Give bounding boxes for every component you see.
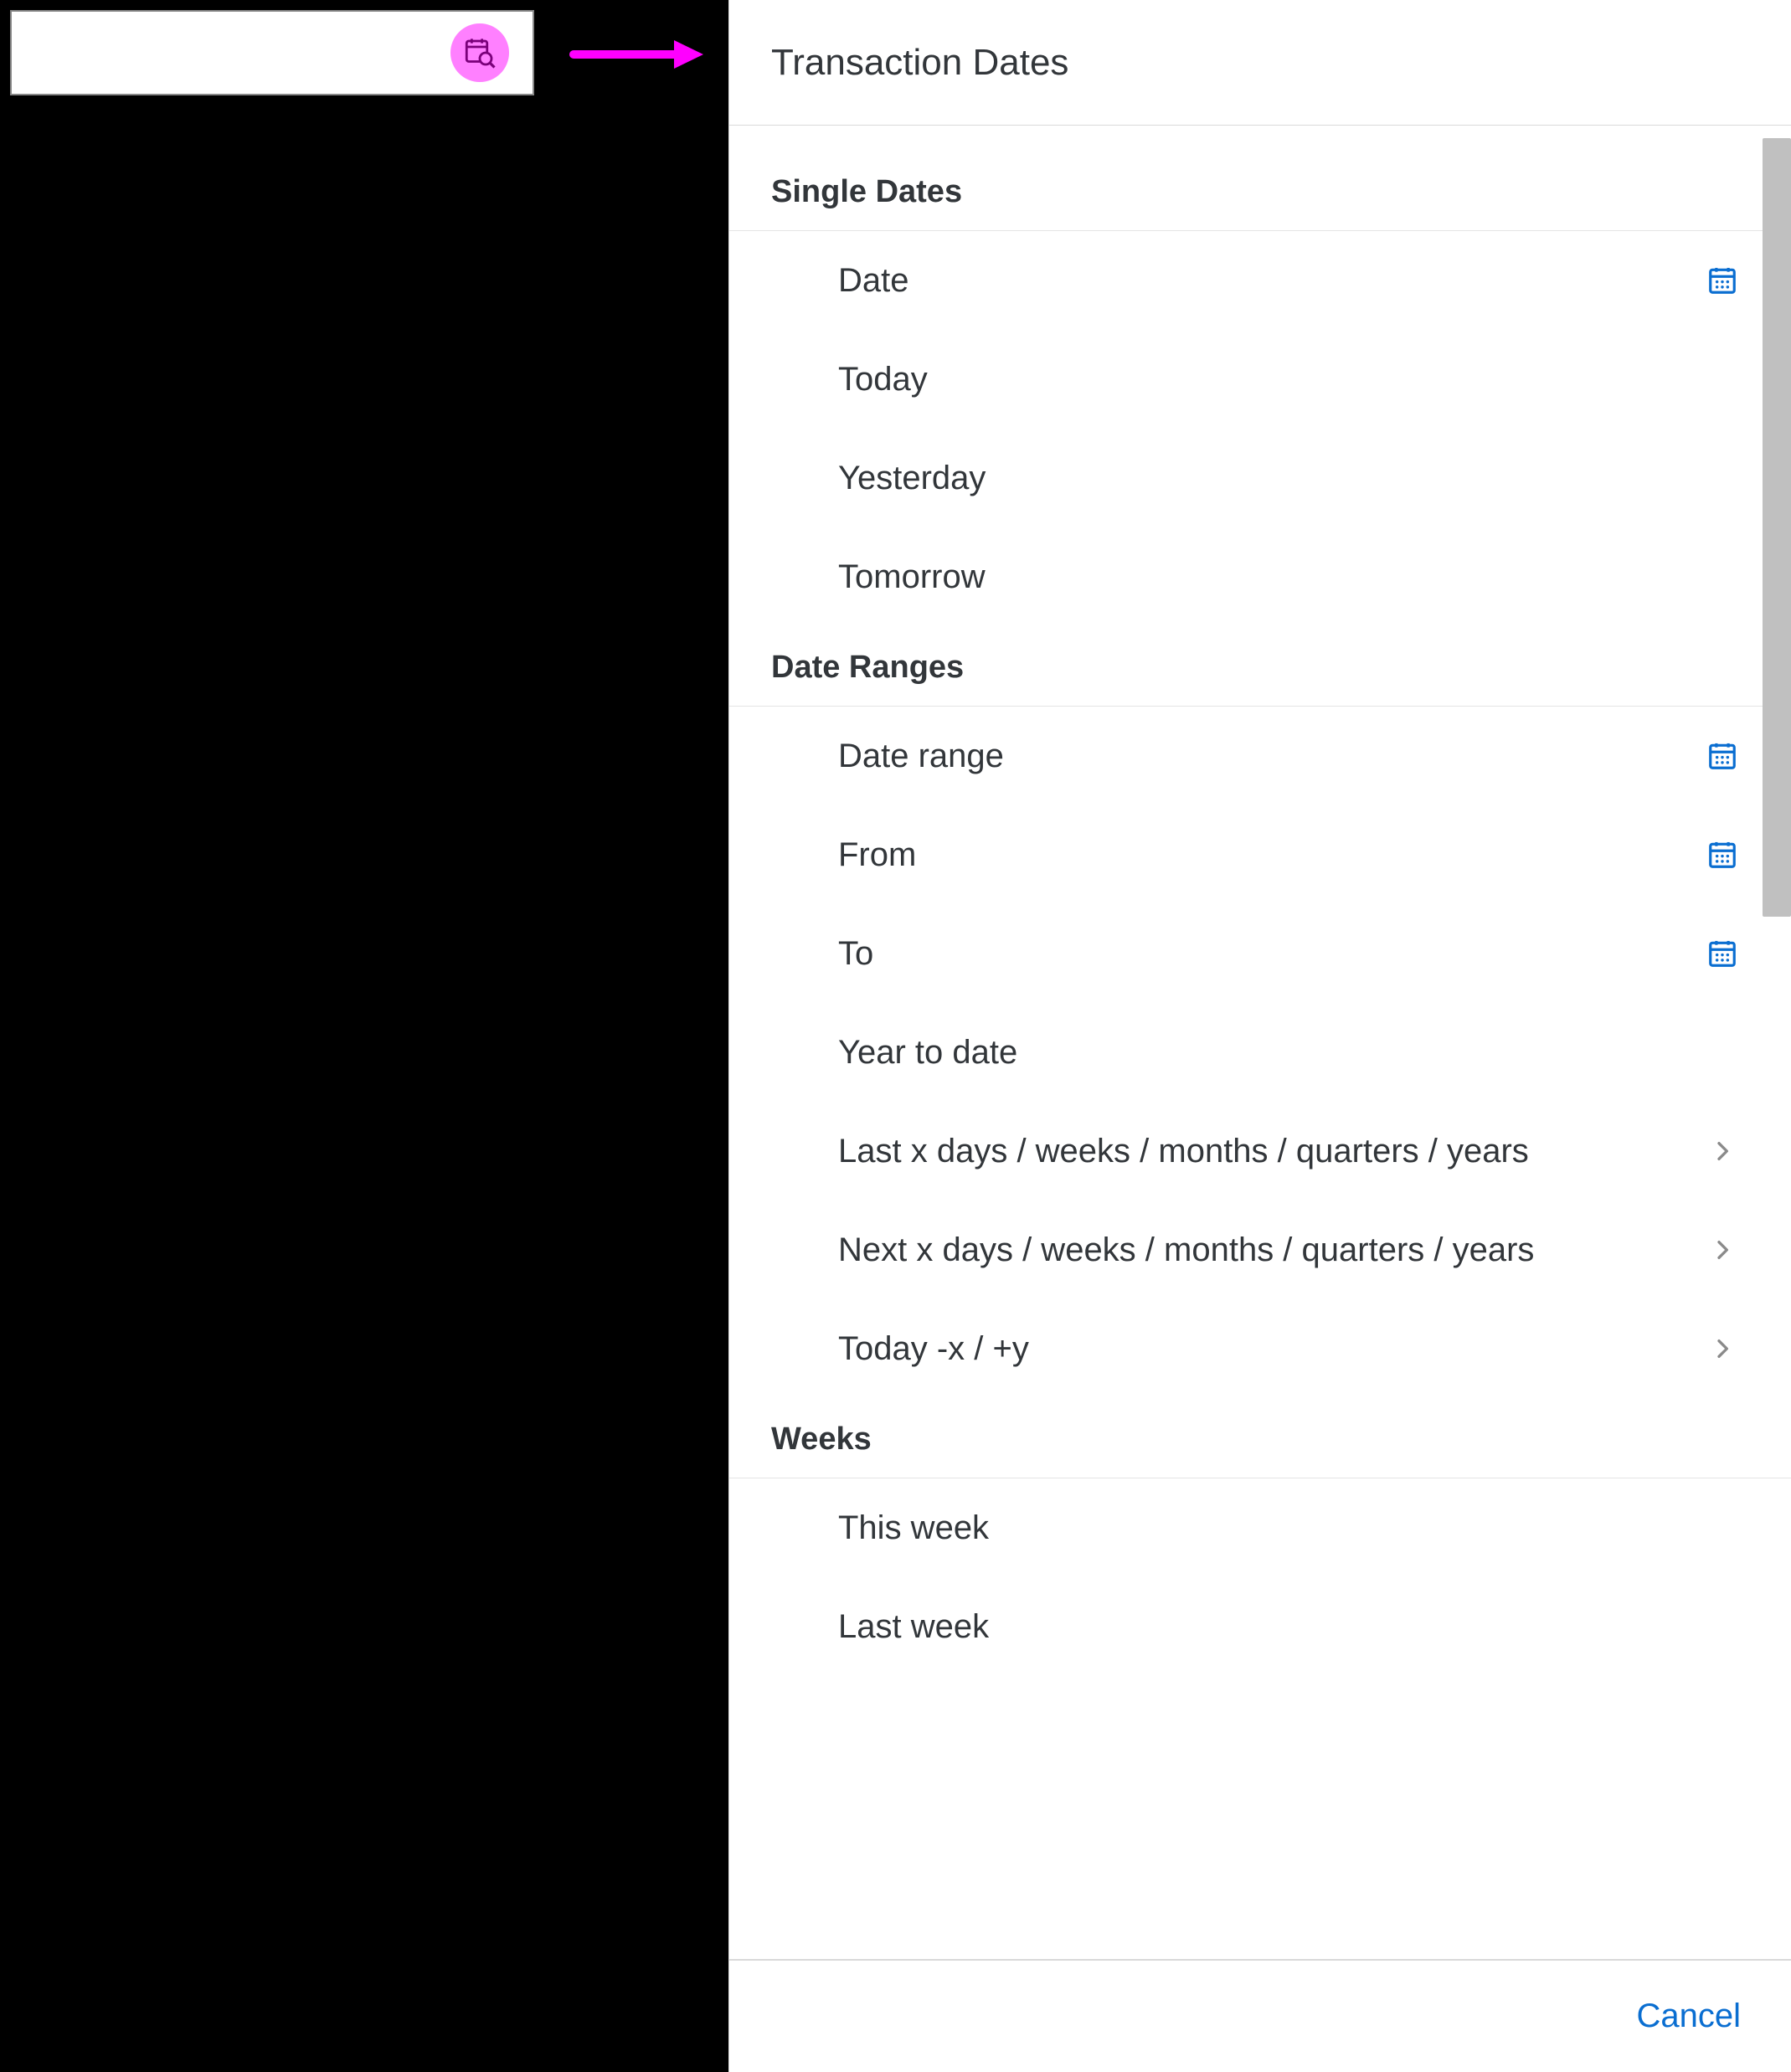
option-next-x[interactable]: Next x days / weeks / months / quarters …	[729, 1201, 1791, 1299]
option-this-week[interactable]: This week	[729, 1478, 1791, 1577]
option-label: Next x days / weeks / months / quarters …	[838, 1229, 1704, 1271]
option-label: Tomorrow	[838, 556, 1704, 598]
option-label: Today	[838, 358, 1704, 400]
option-year-to-date[interactable]: Year to date	[729, 1003, 1791, 1102]
option-label: Yesterday	[838, 457, 1704, 499]
option-yesterday[interactable]: Yesterday	[729, 429, 1791, 527]
option-last-x[interactable]: Last x days / weeks / months / quarters …	[729, 1102, 1791, 1201]
section-header-weeks: Weeks	[729, 1398, 1791, 1478]
option-date[interactable]: Date	[729, 231, 1791, 330]
calendar-icon[interactable]	[1704, 262, 1741, 299]
option-label: Date	[838, 260, 1704, 301]
panel-footer: Cancel	[729, 1959, 1791, 2072]
chevron-right-icon	[1704, 1231, 1741, 1268]
option-label: Last week	[838, 1606, 1704, 1648]
date-filter-input[interactable]	[10, 10, 534, 95]
option-label: Last x days / weeks / months / quarters …	[838, 1130, 1704, 1172]
option-last-week[interactable]: Last week	[729, 1577, 1791, 1676]
option-to[interactable]: To	[729, 904, 1791, 1003]
chevron-right-icon	[1704, 1133, 1741, 1170]
section-header-single-dates: Single Dates	[729, 151, 1791, 231]
scrollbar-thumb[interactable]	[1763, 138, 1791, 917]
chevron-right-icon	[1704, 1330, 1741, 1367]
option-date-range[interactable]: Date range	[729, 707, 1791, 805]
option-label: Today -x / +y	[838, 1328, 1704, 1370]
option-label: To	[838, 933, 1704, 974]
section-header-date-ranges: Date Ranges	[729, 626, 1791, 707]
option-from[interactable]: From	[729, 805, 1791, 904]
panel-scroll-area[interactable]: Single Dates Date Today Yesterday Tomorr…	[729, 126, 1791, 1959]
cancel-button[interactable]: Cancel	[1636, 1997, 1741, 2035]
option-label: This week	[838, 1507, 1704, 1549]
option-today[interactable]: Today	[729, 330, 1791, 429]
transaction-dates-panel: Transaction Dates Single Dates Date Toda…	[728, 0, 1791, 2072]
option-today-xy[interactable]: Today -x / +y	[729, 1299, 1791, 1398]
option-label: Year to date	[838, 1031, 1704, 1073]
panel-title: Transaction Dates	[729, 0, 1791, 126]
arrow-right-icon	[569, 33, 703, 75]
option-label: From	[838, 834, 1704, 876]
calendar-search-icon[interactable]	[450, 23, 509, 82]
option-tomorrow[interactable]: Tomorrow	[729, 527, 1791, 626]
calendar-icon[interactable]	[1704, 935, 1741, 972]
option-label: Date range	[838, 735, 1704, 777]
calendar-icon[interactable]	[1704, 836, 1741, 873]
calendar-icon[interactable]	[1704, 738, 1741, 774]
